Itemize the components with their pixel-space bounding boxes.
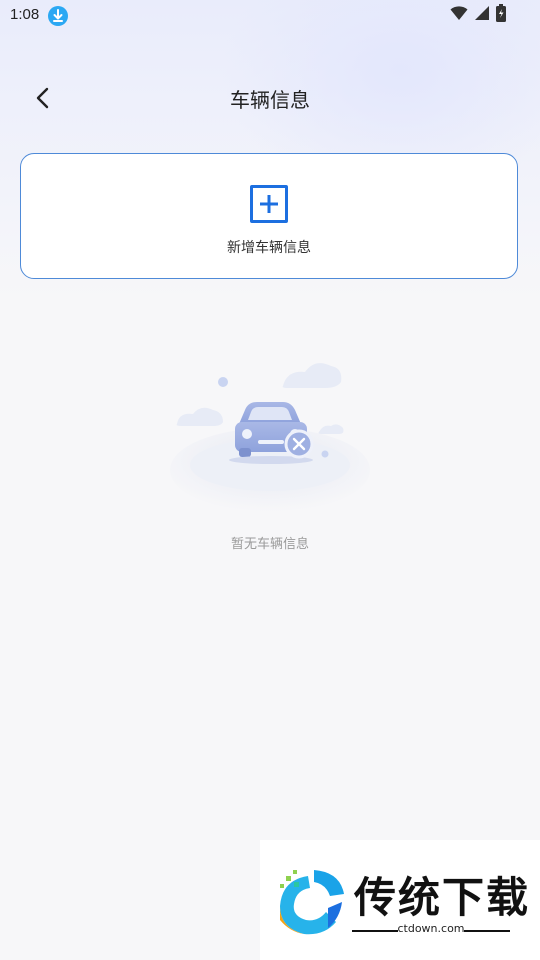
battery-charging-icon bbox=[496, 4, 506, 26]
nav-bar: 车辆信息 bbox=[0, 70, 540, 126]
add-square-icon bbox=[250, 185, 288, 223]
watermark: 传统下载 ctdown.com bbox=[260, 840, 540, 960]
status-bar: 1:08 bbox=[0, 0, 540, 32]
car-empty-icon bbox=[165, 350, 375, 520]
signal-icon bbox=[474, 5, 490, 25]
brand-name: 传统下载 bbox=[354, 873, 531, 922]
add-vehicle-card[interactable]: 新增车辆信息 bbox=[20, 153, 518, 279]
add-vehicle-label: 新增车辆信息 bbox=[227, 240, 311, 256]
download-icon bbox=[48, 6, 68, 26]
empty-state-text: 暂无车辆信息 bbox=[230, 537, 309, 552]
divider bbox=[464, 930, 510, 932]
page-title: 车辆信息 bbox=[230, 88, 310, 112]
status-time: 1:08 bbox=[10, 6, 40, 23]
brand-url: ctdown.com bbox=[397, 922, 465, 935]
wifi-icon bbox=[450, 5, 468, 25]
